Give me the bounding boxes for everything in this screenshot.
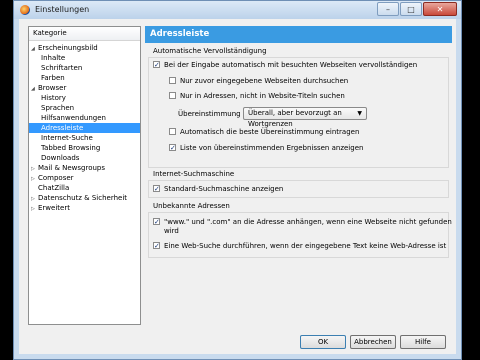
sidebar-item-label: Composer [38, 174, 74, 182]
show-list-checkbox[interactable] [169, 144, 176, 151]
sidebar-item-label: Erweitert [38, 204, 70, 212]
window-title: Einstellungen [35, 5, 90, 14]
sidebar-item-internet-suche[interactable]: Internet-Suche [29, 133, 140, 143]
sidebar-item-label: Farben [41, 74, 65, 82]
sidebar-item-label: Schriftarten [41, 64, 83, 72]
sidebar-item-label: Tabbed Browsing [41, 144, 101, 152]
unknown-group-title: Unbekannte Adressen [153, 202, 230, 210]
sidebar-item-composer[interactable]: ▷ Composer [29, 173, 140, 183]
panel-header: Adressleiste [145, 26, 452, 43]
sidebar-item-mail-newsgroups[interactable]: ▷ Mail & Newsgroups [29, 163, 140, 173]
search-group: Standard-Suchmaschine anzeigen [148, 180, 449, 198]
append-www-checkbox[interactable] [153, 218, 160, 225]
settings-panel: Adressleiste Automatische Vervollständig… [145, 26, 452, 325]
sidebar-item-schriftarten[interactable]: Schriftarten [29, 63, 140, 73]
only-urls-option[interactable]: Nur in Adressen, nicht in Website-Titeln… [169, 92, 345, 100]
ok-button[interactable]: OK [300, 335, 346, 349]
autocomplete-group-title: Automatische Vervollständigung [153, 47, 267, 55]
sidebar-item-label: Inhalte [41, 54, 66, 62]
sidebar-item-datenschutz-sicherheit[interactable]: ▷ Datenschutz & Sicherheit [29, 193, 140, 203]
sidebar-item-adressleiste[interactable]: Adressleiste [29, 123, 140, 133]
sidebar-item-browser[interactable]: ◢ Browser [29, 83, 140, 93]
append-www-option[interactable]: "www." und ".com" an die Adresse anhänge… [153, 218, 452, 226]
sidebar-item-hilfsanwendungen[interactable]: Hilfsanwendungen [29, 113, 140, 123]
sidebar-item-history[interactable]: History [29, 93, 140, 103]
maximize-icon[interactable]: □ [400, 2, 422, 16]
sidebar-item-inhalte[interactable]: Inhalte [29, 53, 140, 63]
sidebar-item-farben[interactable]: Farben [29, 73, 140, 83]
sidebar-item-label: Datenschutz & Sicherheit [38, 194, 128, 202]
chevron-down-icon: ▼ [357, 110, 362, 117]
category-list: ◢ Erscheinungsbild Inhalte Schriftarten Farb… [29, 41, 140, 213]
sidebar-item-label: History [41, 94, 66, 102]
web-search-checkbox[interactable] [153, 242, 160, 249]
search-group-title: Internet-Suchmaschine [153, 170, 235, 178]
unknown-group: "www." und ".com" an die Adresse anhänge… [148, 212, 452, 258]
app-icon [20, 5, 30, 15]
collapsed-icon[interactable]: ▷ [31, 204, 38, 214]
auto-best-option[interactable]: Automatisch die beste Übereinstimmung ei… [169, 128, 359, 136]
help-button[interactable]: Hilfe [400, 335, 446, 349]
sidebar-item-erscheinungsbild[interactable]: ◢ Erscheinungsbild [29, 43, 140, 53]
auto-best-checkbox[interactable] [169, 128, 176, 135]
default-engine-option[interactable]: Standard-Suchmaschine anzeigen [153, 185, 283, 193]
sidebar-item-label: Sprachen [41, 104, 75, 112]
sidebar-item-chatzilla[interactable]: ChatZilla [29, 183, 140, 193]
autocomplete-enable-checkbox[interactable] [153, 61, 160, 68]
match-label: Übereinstimmung [178, 110, 241, 118]
close-icon[interactable]: ✕ [423, 2, 457, 16]
show-list-option[interactable]: Liste von übereinstimmenden Ergebnissen … [169, 144, 363, 152]
match-dropdown[interactable]: Überall, aber bevorzugt an Wortgrenzen ▼ [243, 107, 367, 128]
only-urls-checkbox[interactable] [169, 92, 176, 99]
web-search-option[interactable]: Eine Web-Suche durchführen, wenn der ein… [153, 242, 446, 250]
minimize-icon[interactable]: – [377, 2, 399, 16]
autocomplete-enable[interactable]: Bei der Eingabe automatisch mit besuchte… [153, 61, 417, 69]
sidebar-item-label: Downloads [41, 154, 80, 162]
sidebar-item-label: Internet-Suche [41, 134, 93, 142]
sidebar-item-label: ChatZilla [38, 184, 70, 192]
autocomplete-group: Bei der Eingabe automatisch mit besuchte… [148, 57, 449, 168]
sidebar-item-downloads[interactable]: Downloads [29, 153, 140, 163]
cancel-button[interactable]: Abbrechen [350, 335, 396, 349]
preferences-window: Einstellungen – □ ✕ Kategorie ◢ Erscheinu… [13, 0, 462, 360]
dialog-client: Kategorie ◢ Erscheinungsbild Inhalte Schrif… [19, 19, 456, 354]
expanded-icon[interactable]: ◢ [31, 84, 38, 94]
sidebar-item-erweitert[interactable]: ▷ Erweitert [29, 203, 140, 213]
append-www-line2: wird [164, 227, 179, 235]
expanded-icon[interactable]: ◢ [31, 44, 38, 54]
sidebar-item-label: Mail & Newsgroups [38, 164, 106, 172]
sidebar-item-label: Erscheinungsbild [38, 44, 98, 52]
default-engine-checkbox[interactable] [153, 185, 160, 192]
sidebar-item-label: Hilfsanwendungen [41, 114, 106, 122]
sidebar-item-tabbed-browsing[interactable]: Tabbed Browsing [29, 143, 140, 153]
title-bar[interactable]: Einstellungen – □ ✕ [14, 1, 461, 19]
category-header: Kategorie [29, 27, 140, 41]
only-typed-checkbox[interactable] [169, 77, 176, 84]
only-typed-option[interactable]: Nur zuvor eingegebene Webseiten durchsuc… [169, 77, 348, 85]
category-tree[interactable]: Kategorie ◢ Erscheinungsbild Inhalte Schrif… [28, 26, 141, 325]
sidebar-item-label: Browser [38, 84, 67, 92]
sidebar-item-label: Adressleiste [41, 124, 84, 132]
sidebar-item-sprachen[interactable]: Sprachen [29, 103, 140, 113]
